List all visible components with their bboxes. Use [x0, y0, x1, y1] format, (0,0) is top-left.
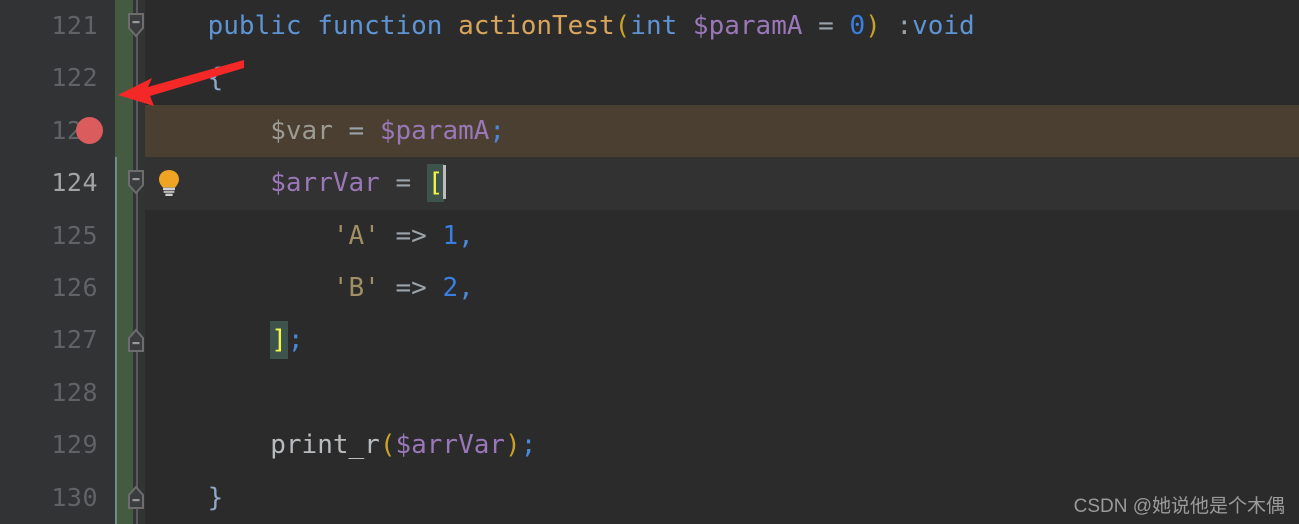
- code-token: (: [614, 11, 631, 41]
- line-number[interactable]: 129: [0, 419, 98, 471]
- code-token: =>: [379, 220, 443, 251]
- code-token: 2: [442, 273, 459, 303]
- editor-line[interactable]: 125 'A' => 1,: [0, 210, 1299, 262]
- code-token: {: [207, 63, 224, 94]
- editor-line[interactable]: 128: [0, 367, 1299, 419]
- code-token: (: [379, 430, 396, 461]
- code-token: $paramA: [379, 115, 490, 146]
- code-line-text[interactable]: $var = $paramA;: [145, 105, 505, 157]
- code-token: int: [630, 11, 678, 41]
- code-token: 'B': [332, 273, 380, 303]
- code-token: $arrVar: [395, 430, 506, 461]
- line-highlight: [145, 367, 1299, 419]
- watermark-text: CSDN @她说他是个木偶: [1073, 496, 1285, 517]
- code-token: =>: [379, 273, 443, 303]
- code-token: $var: [270, 115, 333, 146]
- editor-line[interactable]: 123 $var = $paramA;: [0, 104, 1299, 158]
- code-token: print_r: [270, 430, 380, 461]
- code-line-text[interactable]: }: [145, 472, 224, 524]
- line-number[interactable]: 124: [0, 157, 98, 209]
- code-token: function: [317, 11, 443, 41]
- breakpoint-icon[interactable]: [76, 117, 103, 145]
- code-token: ;: [489, 115, 506, 146]
- code-editor[interactable]: 121 public function actionTest(int $para…: [0, 0, 1299, 524]
- code-line-text[interactable]: 'B' => 2,: [145, 262, 474, 314]
- line-number[interactable]: 130: [0, 472, 98, 524]
- code-token: void: [912, 11, 975, 41]
- code-token: $paramA: [692, 11, 803, 41]
- code-token: ,: [458, 273, 474, 303]
- code-token: ): [865, 11, 881, 41]
- code-token: ;: [520, 430, 537, 461]
- code-token: :: [896, 11, 913, 41]
- code-token: [: [426, 164, 445, 203]
- code-token: ]: [270, 321, 288, 360]
- editor-line[interactable]: 122 {: [0, 52, 1299, 104]
- line-number[interactable]: 127: [0, 314, 98, 366]
- code-token: 1: [442, 220, 459, 251]
- code-token: actionTest: [458, 11, 615, 41]
- code-token: =: [332, 115, 380, 146]
- code-token: public: [207, 11, 302, 41]
- code-line-text[interactable]: $arrVar = [: [145, 157, 447, 209]
- editor-line[interactable]: 126 'B' => 2,: [0, 262, 1299, 314]
- code-token: }: [207, 482, 224, 513]
- code-token: ): [505, 430, 521, 461]
- line-highlight: [145, 52, 1299, 104]
- code-token: 0: [849, 11, 866, 41]
- code-token: =: [379, 168, 427, 199]
- code-token: 'A': [332, 220, 380, 251]
- text-caret: [443, 165, 447, 200]
- line-highlight: [145, 314, 1299, 366]
- editor-line[interactable]: 129 print_r($arrVar);: [0, 419, 1299, 471]
- line-number[interactable]: 128: [0, 367, 98, 419]
- code-line-text[interactable]: ];: [145, 314, 304, 366]
- code-token: ,: [458, 220, 474, 251]
- code-token: $arrVar: [270, 168, 380, 199]
- code-token: =: [802, 11, 850, 41]
- code-line-text[interactable]: 'A' => 1,: [145, 210, 474, 262]
- code-line-text[interactable]: {: [145, 52, 224, 104]
- code-line-text[interactable]: public function actionTest(int $paramA =…: [145, 0, 975, 52]
- editor-line[interactable]: 124 $arrVar = [: [0, 157, 1299, 210]
- editor-line[interactable]: 121 public function actionTest(int $para…: [0, 0, 1299, 52]
- line-number[interactable]: 126: [0, 262, 98, 314]
- line-number[interactable]: 125: [0, 210, 98, 262]
- code-line-text[interactable]: print_r($arrVar);: [145, 419, 536, 471]
- line-number[interactable]: 122: [0, 52, 98, 104]
- editor-line[interactable]: 127 ];: [0, 314, 1299, 366]
- line-number[interactable]: 121: [0, 0, 98, 52]
- code-token: ;: [287, 325, 304, 356]
